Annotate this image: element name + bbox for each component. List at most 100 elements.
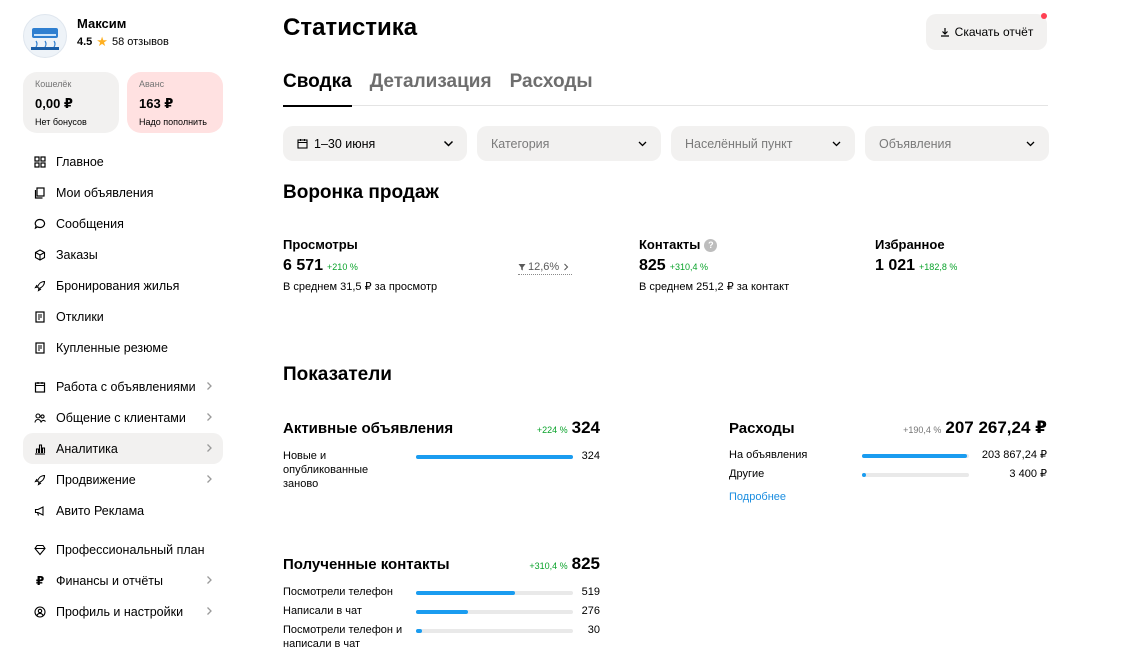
- bar-value: 276: [581, 605, 600, 617]
- sidebar-item-label: Авито Реклама: [56, 503, 145, 518]
- reviews-count[interactable]: 58 отзывов: [112, 34, 169, 50]
- indicators-title: Показатели: [283, 364, 392, 385]
- bar-track: [416, 610, 573, 614]
- expenses-total: +190,4 % 207 267,24 ₽: [903, 417, 1047, 441]
- wallet-row: Кошелёк 0,00 ₽ Нет бонусов Аванс 163 ₽ Н…: [23, 72, 223, 133]
- wallet-amount: 0,00 ₽: [35, 96, 73, 111]
- period-select[interactable]: 1–30 июня: [283, 126, 467, 161]
- sidebar-item-promotion[interactable]: Продвижение: [23, 464, 223, 495]
- sidebar-item-main[interactable]: Главное: [23, 146, 223, 177]
- rocket-icon: [33, 279, 47, 293]
- bar-fill: [862, 454, 967, 458]
- advance-amount: 163 ₽: [139, 96, 174, 111]
- conversion-value: 12,6%: [528, 261, 560, 273]
- tab-details[interactable]: Детализация: [370, 68, 492, 106]
- sidebar-item-label: Продвижение: [56, 472, 136, 487]
- sidebar-item-label: Профиль и настройки: [56, 604, 184, 619]
- chevron-down-icon: [832, 141, 841, 147]
- tab-expenses[interactable]: Расходы: [510, 68, 593, 106]
- favorites-number: 1 021: [875, 257, 916, 274]
- active-ads-delta: +224 %: [536, 425, 568, 435]
- sidebar-item-avito-ads[interactable]: Авито Реклама: [23, 495, 223, 526]
- bar-fill: [862, 473, 867, 477]
- sidebar-item-label: Общение с клиентами: [56, 410, 186, 425]
- contacts-delta: +310,4 %: [669, 262, 708, 272]
- category-select[interactable]: Категория: [477, 126, 661, 161]
- sidebar-item-label: Профессиональный план: [56, 542, 205, 557]
- bar-label: Новые и опубликованные заново: [283, 450, 369, 490]
- ads-placeholder: Объявления: [879, 136, 952, 151]
- sidebar-item-ads-work[interactable]: Работа с объявлениями: [23, 371, 223, 402]
- sidebar-item-profile-settings[interactable]: Профиль и настройки: [23, 596, 223, 627]
- bar-row: На объявления 203 867,24 ₽: [729, 448, 1047, 467]
- advance-label: Аванс: [139, 79, 165, 89]
- doc-icon: [33, 341, 47, 355]
- download-report-label: Скачать отчёт: [954, 25, 1034, 39]
- profile[interactable]: Максим 4.5 ★ 58 отзывов: [23, 14, 169, 58]
- wallet-label: Кошелёк: [35, 79, 72, 89]
- sidebar-item-label: Купленные резюме: [56, 340, 168, 355]
- city-select[interactable]: Населённый пункт: [671, 126, 855, 161]
- conversion-link[interactable]: 12,6%: [518, 260, 573, 275]
- chevron-right-icon: [207, 444, 212, 452]
- contacts-value: 825 +310,4 %: [639, 255, 789, 278]
- sidebar-item-label: Заказы: [56, 247, 98, 262]
- bar-track: [862, 473, 969, 477]
- profile-name: Максим: [77, 16, 127, 31]
- expenses-number: 207 267,24 ₽: [945, 418, 1047, 437]
- more-link[interactable]: Подробнее: [729, 491, 786, 503]
- sidebar-item-resumes[interactable]: Купленные резюме: [23, 332, 223, 363]
- active-ads-total: +224 % 324: [537, 417, 600, 441]
- received-contacts-delta: +310,4 %: [529, 561, 568, 571]
- bar-row: Написали в чат 276: [283, 604, 600, 623]
- sidebar-item-analytics[interactable]: Аналитика: [23, 433, 223, 464]
- sidebar: Максим 4.5 ★ 58 отзывов Кошелёк 0,00 ₽ Н…: [23, 0, 223, 667]
- bar-label: На объявления: [729, 449, 808, 461]
- sidebar-item-messages[interactable]: Сообщения: [23, 208, 223, 239]
- ads-select[interactable]: Объявления: [865, 126, 1049, 161]
- box-icon: [33, 248, 47, 262]
- sidebar-item-label: Мои объявления: [56, 185, 154, 200]
- sidebar-item-pro-plan[interactable]: Профессиональный план: [23, 534, 223, 565]
- sidebar-item-label: Бронирования жилья: [56, 278, 180, 293]
- sidebar-item-my-ads[interactable]: Мои объявления: [23, 177, 223, 208]
- sidebar-item-clients[interactable]: Общение с клиентами: [23, 402, 223, 433]
- views-value: 6 571 +210 %: [283, 255, 437, 278]
- funnel-contacts: Контакты ? 825 +310,4 % В среднем 251,2 …: [639, 237, 789, 294]
- ad-icon: [33, 504, 47, 518]
- chevron-right-icon: [207, 413, 212, 421]
- bar-value: 30: [587, 624, 600, 636]
- help-icon[interactable]: ?: [704, 238, 718, 252]
- sidebar-item-bookings[interactable]: Бронирования жилья: [23, 270, 223, 301]
- download-icon: [940, 28, 949, 37]
- download-report-button[interactable]: Скачать отчёт: [926, 14, 1047, 50]
- wallet-card[interactable]: Кошелёк 0,00 ₽ Нет бонусов: [23, 72, 119, 133]
- bar-track: [416, 455, 573, 459]
- star-icon: ★: [96, 34, 108, 49]
- avatar[interactable]: [23, 14, 67, 58]
- sidebar-item-orders[interactable]: Заказы: [23, 239, 223, 270]
- advance-card[interactable]: Аванс 163 ₽ Надо пополнить: [127, 72, 223, 133]
- tab-summary[interactable]: Сводка: [283, 68, 352, 107]
- diamond-icon: [33, 543, 47, 557]
- bar-value: 519: [581, 586, 600, 598]
- received-contacts-total: +310,4 % 825: [529, 553, 600, 577]
- sidebar-item-responses[interactable]: Отклики: [23, 301, 223, 332]
- notification-dot: [1041, 13, 1047, 19]
- doc-icon: [33, 310, 47, 324]
- bar-value: 203 867,24 ₽: [981, 449, 1047, 461]
- received-contacts-title: Полученные контакты: [283, 556, 450, 573]
- filters: 1–30 июня Категория Населённый пункт Объ…: [283, 126, 1049, 161]
- card-head: Активные объявления +224 % 324: [283, 417, 600, 441]
- active-ads-number: 324: [571, 418, 600, 437]
- contacts-label: Контакты ?: [639, 237, 789, 253]
- chevron-down-icon: [1026, 141, 1035, 147]
- sidebar-item-finance[interactable]: ₽ Финансы и отчёты: [23, 565, 223, 596]
- air-conditioner-logo-icon: [31, 28, 59, 50]
- tabs: Сводка Детализация Расходы: [283, 68, 1048, 107]
- sidebar-item-label: Отклики: [56, 309, 104, 324]
- contacts-number: 825: [639, 257, 666, 274]
- nav-gap: [23, 526, 223, 534]
- period-value: 1–30 июня: [314, 136, 376, 151]
- bar-fill: [416, 629, 423, 633]
